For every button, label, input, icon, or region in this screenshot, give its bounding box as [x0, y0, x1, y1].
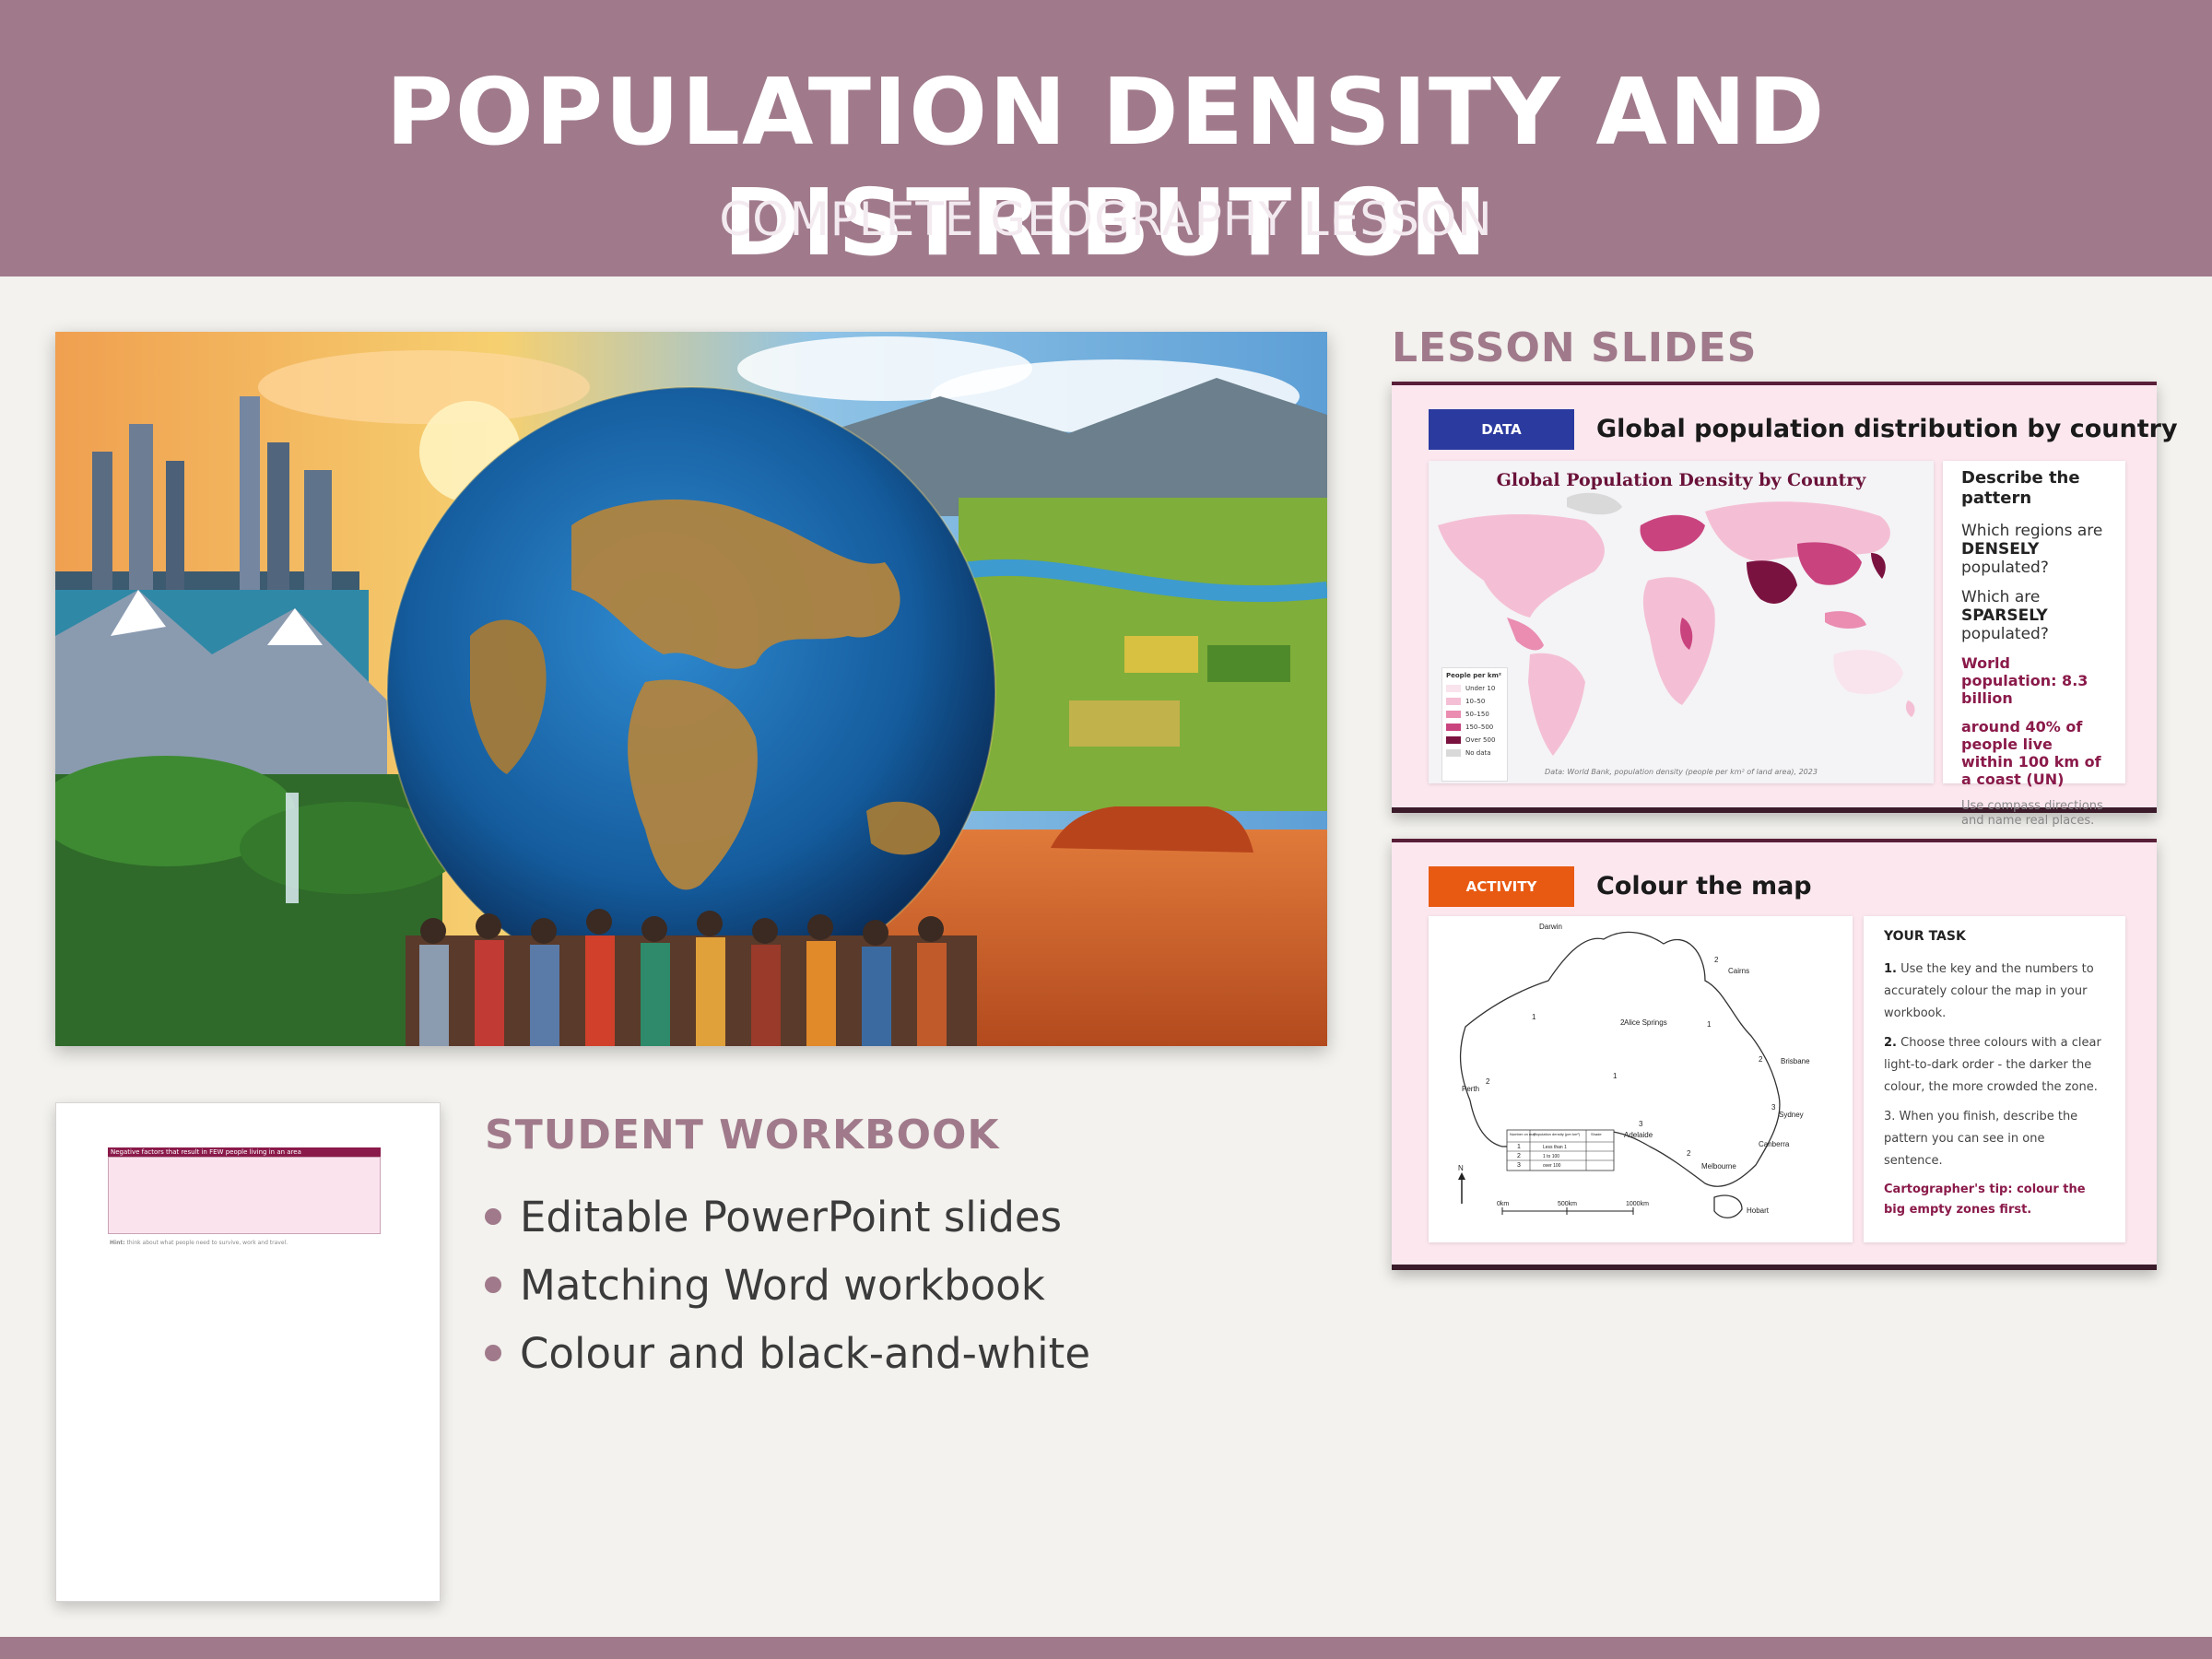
svg-text:0km: 0km	[1497, 1201, 1509, 1207]
australia-outline-map: Darwin Cairns Alice Springs Brisbane Per…	[1429, 916, 1853, 1242]
svg-text:2: 2	[1517, 1153, 1521, 1159]
bullet-icon	[485, 1277, 501, 1293]
workbook-heading: STUDENT WORKBOOK	[485, 1112, 1000, 1159]
svg-text:Cairns: Cairns	[1728, 967, 1749, 975]
svg-text:500km: 500km	[1558, 1201, 1577, 1207]
svg-text:Shade: Shade	[1591, 1132, 1602, 1136]
describe-pattern-panel: Describe the pattern Which regions are D…	[1943, 461, 2125, 828]
world-density-map: Global Population Density by Country Peo…	[1429, 461, 1934, 783]
svg-text:2: 2	[1687, 1149, 1691, 1158]
svg-text:Less than 1: Less than 1	[1543, 1145, 1567, 1150]
svg-text:2: 2	[1486, 1077, 1490, 1086]
list-item: Matching Word workbook	[485, 1252, 1090, 1320]
svg-text:3: 3	[1517, 1162, 1521, 1169]
svg-text:1 to 100: 1 to 100	[1543, 1154, 1559, 1159]
svg-text:1000km: 1000km	[1626, 1201, 1649, 1207]
lesson-slides-heading: LESSON SLIDES	[1392, 324, 1758, 371]
slide-data-preview: DATA Global population distribution by c…	[1392, 382, 2178, 828]
north-arrow: N	[1458, 1164, 1465, 1204]
describe-heading: Describe the pattern	[1961, 468, 2080, 508]
task-step-1: 1. Use the key and the numbers to accura…	[1884, 962, 2094, 1020]
svg-text:1: 1	[1707, 1020, 1712, 1029]
task-heading: YOUR TASK	[1884, 929, 1966, 944]
svg-text:1: 1	[1517, 1144, 1521, 1150]
footer-bar	[0, 1637, 2212, 1659]
fact-coast: around 40% of people live within 100 km …	[1961, 718, 2101, 788]
workbook-page-preview: Negative factors that result in FEW peop…	[55, 1102, 441, 1602]
slide-tag-data: DATA	[1429, 409, 1574, 450]
density-table: Number on map Population density (per km…	[1506, 1129, 1615, 1171]
slide-tag-activity: ACTIVITY	[1429, 866, 1574, 907]
workbook-hint: Hint: think about what people need to su…	[110, 1240, 288, 1246]
globe-landscape-illustration	[55, 332, 1327, 1046]
scale-bar: 0km 500km 1000km	[1497, 1201, 1649, 1215]
slide-activity-preview: ACTIVITY Colour the map Darwin Cairns Al…	[1392, 839, 2157, 1270]
question-sparse: Which are SPARSELY populated?	[1961, 588, 2049, 643]
svg-text:1: 1	[1532, 1013, 1536, 1021]
workbook-feature-list: Editable PowerPoint slides Matching Word…	[485, 1183, 1090, 1388]
svg-text:Adelaide: Adelaide	[1624, 1131, 1653, 1139]
svg-text:2: 2	[1714, 956, 1719, 964]
list-item: Colour and black-and-white	[485, 1320, 1090, 1388]
question-dense: Which regions are DENSELY populated?	[1961, 522, 2103, 577]
svg-text:over 100: over 100	[1543, 1163, 1561, 1169]
fact-world-population: World population: 8.3 billion	[1961, 654, 2088, 707]
workbook-page-bar: Negative factors that result in FEW peop…	[108, 1147, 381, 1157]
svg-text:N: N	[1458, 1164, 1464, 1172]
svg-text:Canberra: Canberra	[1759, 1140, 1790, 1148]
compass-note: Use compass directions and name real pla…	[1961, 799, 2103, 828]
australia-map-graphic: Darwin Cairns Alice Springs Brisbane Per…	[1458, 923, 1810, 1218]
svg-text:Alice Springs: Alice Springs	[1624, 1018, 1667, 1027]
slide-title: Global population distribution by countr…	[1596, 415, 2178, 443]
page-subtitle: COMPLETE GEOGRAPHY LESSON	[719, 193, 1493, 246]
svg-text:Melbourne: Melbourne	[1701, 1162, 1736, 1171]
svg-text:3: 3	[1639, 1120, 1643, 1128]
workbook-answer-box	[108, 1157, 381, 1234]
svg-text:Darwin: Darwin	[1539, 923, 1562, 931]
cartographer-tip: Cartographer's tip: colour the big empty…	[1884, 1182, 2086, 1217]
svg-text:Hobart: Hobart	[1747, 1206, 1770, 1215]
svg-text:Brisbane: Brisbane	[1781, 1057, 1810, 1065]
map-source: Data: World Bank, population density (pe…	[1545, 768, 1818, 776]
svg-text:Population density (per km²): Population density (per km²)	[1534, 1132, 1581, 1136]
header-banner: POPULATION DENSITY AND DISTRIBUTION COMP…	[0, 0, 2212, 276]
map-key: People per km² Under 10 10–50 50–150 150…	[1441, 667, 1508, 782]
svg-text:2: 2	[1620, 1018, 1625, 1027]
svg-text:3: 3	[1771, 1103, 1776, 1112]
list-item: Editable PowerPoint slides	[485, 1183, 1090, 1252]
task-step-2: 2. Choose three colours with a clear lig…	[1884, 1036, 2101, 1094]
slide-title: Colour the map	[1596, 872, 1812, 900]
hero-illustration	[55, 332, 1327, 1046]
task-step-3: 3. When you finish, describe the pattern…	[1884, 1110, 2078, 1168]
svg-text:2: 2	[1759, 1055, 1763, 1064]
task-panel: YOUR TASK 1. Use the key and the numbers…	[1864, 916, 2125, 1242]
bullet-icon	[485, 1208, 501, 1225]
svg-text:Sydney: Sydney	[1779, 1111, 1804, 1119]
svg-text:Perth: Perth	[1462, 1085, 1479, 1093]
svg-text:1: 1	[1613, 1072, 1618, 1080]
bullet-icon	[485, 1345, 501, 1361]
